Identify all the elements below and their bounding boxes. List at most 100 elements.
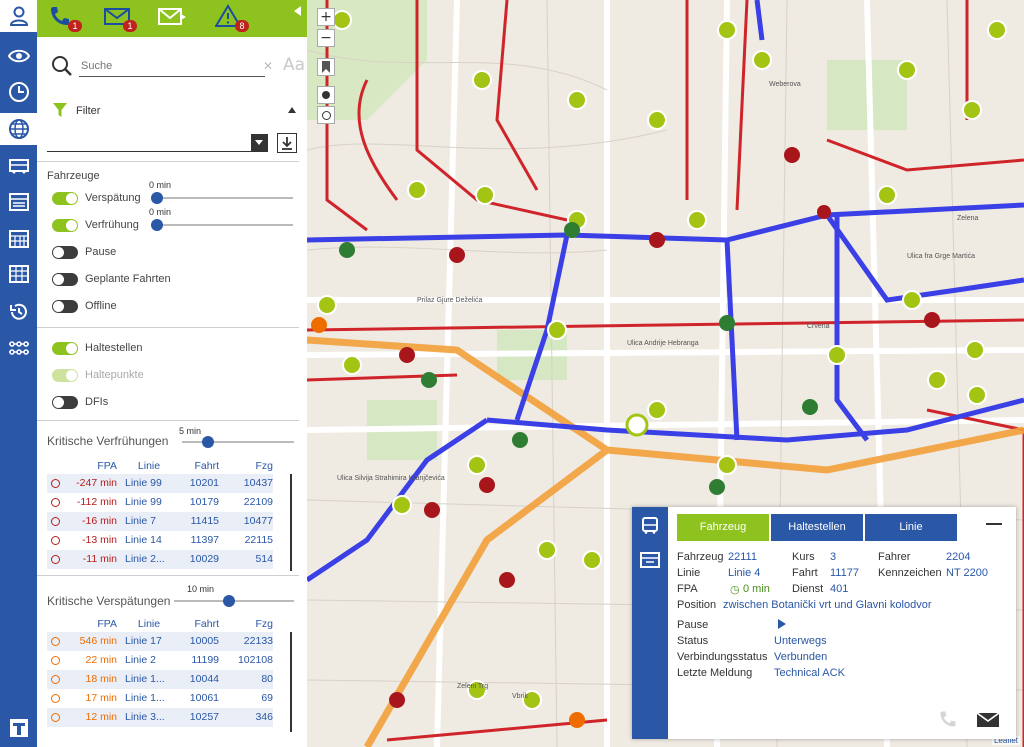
cell-fahrt[interactable]: 10005 <box>173 632 219 651</box>
cell-fahrt[interactable]: 10201 <box>173 474 219 493</box>
critical-late-slider[interactable] <box>174 595 294 607</box>
cell-fzg[interactable]: 514 <box>219 550 273 569</box>
pause-toggle[interactable] <box>52 246 78 259</box>
cell-linie[interactable]: Linie 99 <box>121 474 173 493</box>
minimize-popup-button[interactable] <box>986 523 1002 525</box>
cell-fzg[interactable]: 22115 <box>219 531 273 550</box>
table-row[interactable]: -112 min Linie 99 10179 22109 <box>47 493 273 512</box>
tab-stops[interactable]: Haltestellen <box>771 514 863 541</box>
table-row[interactable]: 546 min Linie 17 10005 22133 <box>47 632 273 651</box>
table-row[interactable]: 12 min Linie 3... 10257 346 <box>47 708 273 727</box>
col-linie[interactable]: Linie <box>121 459 173 474</box>
cell-fzg[interactable]: 80 <box>219 670 273 689</box>
bus-icon[interactable] <box>0 150 37 182</box>
zoom-out-button[interactable]: − <box>317 29 335 47</box>
cell-fzg[interactable]: 102108 <box>219 651 273 670</box>
timetable-icon[interactable] <box>0 186 37 218</box>
col-fzg[interactable]: Fzg <box>219 459 273 474</box>
delay-slider-thumb[interactable] <box>151 192 163 204</box>
cell-fahrt[interactable]: 10029 <box>173 550 219 569</box>
table-row[interactable]: -11 min Linie 2... 10029 514 <box>47 550 273 569</box>
schedule-grid-icon[interactable] <box>0 258 37 290</box>
bus-icon[interactable] <box>640 517 660 535</box>
vehicle-list-icon[interactable] <box>640 551 660 569</box>
table-row[interactable]: 17 min Linie 1... 10061 69 <box>47 689 273 708</box>
cell-fahrt[interactable]: 11199 <box>173 651 219 670</box>
planned-toggle[interactable] <box>52 273 78 286</box>
cell-fzg[interactable]: 10437 <box>219 474 273 493</box>
collapse-panel-arrow-icon[interactable] <box>294 6 301 16</box>
early-slider-thumb[interactable] <box>151 219 163 231</box>
play-icon[interactable] <box>778 619 786 629</box>
font-size-button[interactable]: Aa <box>283 55 305 75</box>
delay-toggle[interactable] <box>52 192 78 205</box>
route-network-icon[interactable] <box>0 332 37 364</box>
duty-value[interactable]: 401 <box>830 583 848 595</box>
vehicle-value[interactable]: 22111 <box>728 551 757 563</box>
table-row[interactable]: -13 min Linie 14 11397 22115 <box>47 531 273 550</box>
dropdown-arrow-icon[interactable] <box>251 134 268 151</box>
cell-fzg[interactable]: 22133 <box>219 632 273 651</box>
col-fpa[interactable]: FPA <box>63 459 121 474</box>
course-value[interactable]: 3 <box>830 551 836 563</box>
globe-icon[interactable] <box>0 113 37 145</box>
driver-value[interactable]: 2204 <box>946 551 970 563</box>
col-fahrt[interactable]: Fahrt <box>173 459 219 474</box>
search-input[interactable] <box>79 55 265 77</box>
search-icon[interactable] <box>51 55 73 77</box>
cell-linie[interactable]: Linie 1... <box>121 689 173 708</box>
table-row[interactable]: 18 min Linie 1... 10044 80 <box>47 670 273 689</box>
col-fpa[interactable]: FPA <box>63 617 121 632</box>
col-fahrt[interactable]: Fahrt <box>173 617 219 632</box>
download-button[interactable] <box>277 133 297 153</box>
cell-fahrt[interactable]: 10044 <box>173 670 219 689</box>
position-value[interactable]: zwischen Botanički vrt und Glavni kolodv… <box>723 599 931 611</box>
cell-linie[interactable]: Linie 99 <box>121 493 173 512</box>
early-toggle[interactable] <box>52 219 78 232</box>
table-row[interactable]: -247 min Linie 99 10201 10437 <box>47 474 273 493</box>
cell-fahrt[interactable]: 10061 <box>173 689 219 708</box>
delay-slider[interactable] <box>151 192 293 204</box>
cell-fzg[interactable]: 22109 <box>219 493 273 512</box>
phone-calls-button[interactable]: 1 <box>48 4 82 32</box>
tab-vehicle[interactable]: Fahrzeug <box>677 514 769 541</box>
cell-linie[interactable]: Linie 1... <box>121 670 173 689</box>
cell-fzg[interactable]: 10477 <box>219 512 273 531</box>
critical-late-slider-thumb[interactable] <box>223 595 235 607</box>
cell-fahrt[interactable]: 10257 <box>173 708 219 727</box>
early-slider[interactable] <box>151 219 293 231</box>
last-message-value[interactable]: Technical ACK <box>774 667 845 679</box>
eye-icon[interactable] <box>0 40 37 72</box>
trip-value[interactable]: 11177 <box>830 567 859 579</box>
cell-linie[interactable]: Linie 2... <box>121 550 173 569</box>
zoom-in-button[interactable]: + <box>317 8 335 26</box>
mail-icon[interactable] <box>976 712 1000 727</box>
critical-early-slider-thumb[interactable] <box>202 436 214 448</box>
line-value[interactable]: Linie 4 <box>728 567 760 579</box>
plate-value[interactable]: NT 2200 <box>946 567 988 579</box>
table-scrollbar[interactable] <box>290 632 292 732</box>
stop-points-toggle[interactable] <box>52 369 78 382</box>
inbox-button[interactable]: 1 <box>103 4 137 32</box>
cell-linie[interactable]: Linie 3... <box>121 708 173 727</box>
alerts-button[interactable]: 8 <box>214 4 249 32</box>
col-linie[interactable]: Linie <box>121 617 173 632</box>
dfis-toggle[interactable] <box>52 396 78 409</box>
clear-search-icon[interactable]: ✕ <box>263 59 273 73</box>
cell-fahrt[interactable]: 10179 <box>173 493 219 512</box>
draw-point-button[interactable] <box>317 86 335 104</box>
tab-line[interactable]: Linie <box>865 514 957 541</box>
filter-preset-select[interactable] <box>47 134 268 152</box>
cell-fahrt[interactable]: 11397 <box>173 531 219 550</box>
table-row[interactable]: -16 min Linie 7 11415 10477 <box>47 512 273 531</box>
stops-toggle[interactable] <box>52 342 78 355</box>
send-message-button[interactable] <box>157 4 187 32</box>
cell-fzg[interactable]: 69 <box>219 689 273 708</box>
cell-linie[interactable]: Linie 2 <box>121 651 173 670</box>
filter-toggle[interactable]: Filter <box>51 101 301 121</box>
cell-fzg[interactable]: 346 <box>219 708 273 727</box>
table-scrollbar[interactable] <box>290 474 292 571</box>
cell-fahrt[interactable]: 11415 <box>173 512 219 531</box>
cell-linie[interactable]: Linie 14 <box>121 531 173 550</box>
phone-icon[interactable] <box>938 709 958 729</box>
